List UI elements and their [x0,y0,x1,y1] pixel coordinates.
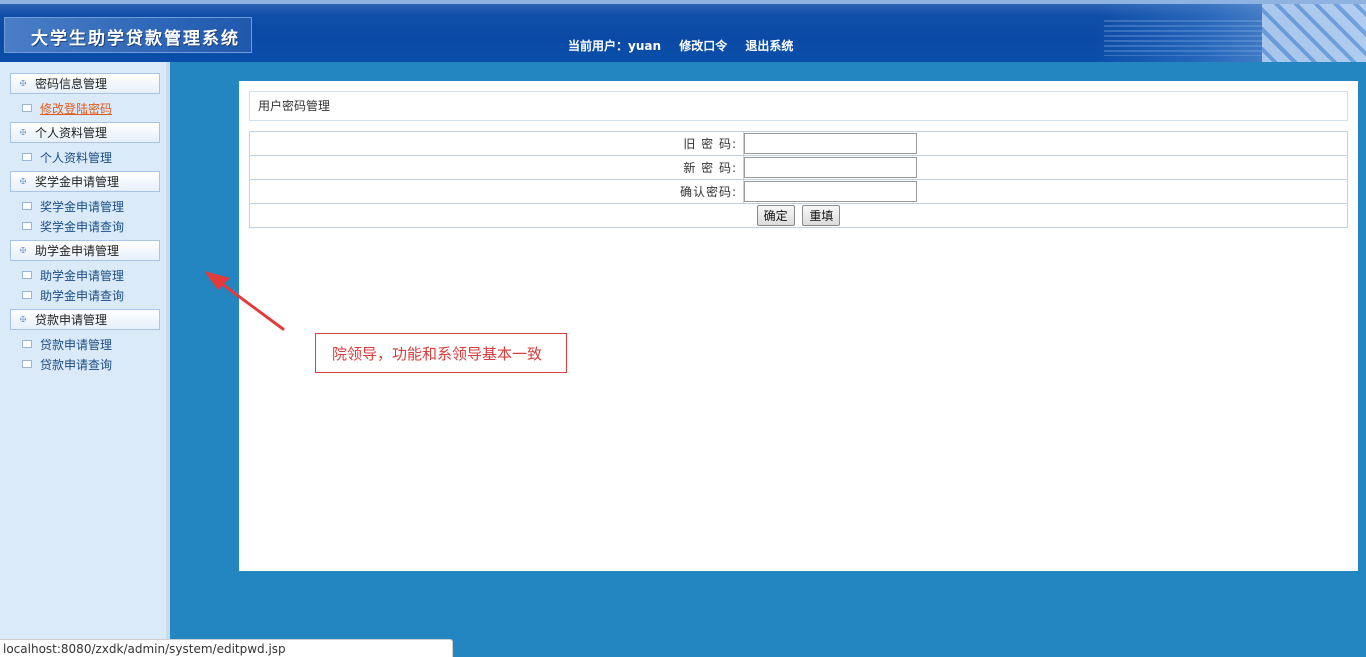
menu-item-profile-manage[interactable]: 个人资料管理 [10,147,160,167]
app-logo: 大学生助学贷款管理系统 [4,17,252,53]
reset-button[interactable]: 重填 [802,205,841,226]
app-title: 大学生助学贷款管理系统 [31,29,240,49]
form-buttons-cell: 确定 重填 [249,203,1348,228]
annotation-arrow-icon [204,271,285,331]
new-password-label: 新 密 码: [249,155,744,180]
new-password-cell [743,155,1348,180]
item-bullet-icon [22,222,32,230]
sidebar: ✠ 密码信息管理 修改登陆密码 ✠ 个人资料管理 个人资料管理 ✠ 奖学金申请管… [0,62,170,657]
menu-group-scholarship[interactable]: ✠ 奖学金申请管理 [10,171,160,192]
form-row-old-password: 旧 密 码: [249,131,1348,156]
menu-item-scholarship-manage[interactable]: 奖学金申请管理 [10,196,160,216]
menu-group-loan[interactable]: ✠ 贷款申请管理 [10,309,160,330]
current-user-name: yuan [628,39,662,53]
item-bullet-icon [22,153,32,161]
old-password-cell [743,131,1348,156]
annotation-box: 院领导，功能和系领导基本一致 [315,333,567,373]
change-password-link[interactable]: 修改口令 [679,39,727,53]
form-row-confirm-password: 确认密码: [249,179,1348,204]
old-password-input[interactable] [744,133,917,154]
menu-item-grant-manage[interactable]: 助学金申请管理 [10,265,160,285]
menu-items-password: 修改登陆密码 [10,98,160,118]
menu-group-label: 奖学金申请管理 [35,175,120,189]
browser-status-url: localhost:8080/zxdk/admin/system/editpwd… [0,639,453,657]
page-title: 用户密码管理 [249,91,1348,121]
header-bar: 大学生助学贷款管理系统 当前用户：yuan 修改口令 退出系统 [0,0,1366,62]
sidebar-menu: ✠ 密码信息管理 修改登陆密码 ✠ 个人资料管理 个人资料管理 ✠ 奖学金申请管… [10,73,160,378]
menu-item-loan-manage[interactable]: 贷款申请管理 [10,334,160,354]
menu-group-profile[interactable]: ✠ 个人资料管理 [10,122,160,143]
main-panel: 用户密码管理 旧 密 码: 新 密 码: 确认密码: 确定 重填 [239,81,1358,571]
menu-items-grant: 助学金申请管理 助学金申请查询 [10,265,160,305]
menu-group-grant[interactable]: ✠ 助学金申请管理 [10,240,160,261]
menu-item-label: 修改登陆密码 [40,101,113,116]
user-bar: 当前用户：yuan 修改口令 退出系统 [568,37,807,54]
menu-items-profile: 个人资料管理 [10,147,160,167]
menu-item-label: 奖学金申请查询 [40,219,125,234]
item-bullet-icon [22,340,32,348]
menu-item-label: 贷款申请管理 [40,337,113,352]
menu-items-scholarship: 奖学金申请管理 奖学金申请查询 [10,196,160,236]
expand-icon: ✠ [19,128,27,137]
old-password-label: 旧 密 码: [249,131,744,156]
item-bullet-icon [22,202,32,210]
form-row-new-password: 新 密 码: [249,155,1348,180]
menu-item-grant-query[interactable]: 助学金申请查询 [10,285,160,305]
menu-group-label: 密码信息管理 [35,77,108,91]
menu-item-label: 贷款申请查询 [40,357,113,372]
menu-item-label: 个人资料管理 [40,150,113,165]
menu-group-label: 助学金申请管理 [35,244,120,258]
expand-icon: ✠ [19,246,27,255]
menu-item-label: 助学金申请管理 [40,268,125,283]
menu-group-label: 个人资料管理 [35,126,108,140]
menu-group-label: 贷款申请管理 [35,313,108,327]
item-bullet-icon [22,291,32,299]
current-user-label: 当前用户： [568,39,629,53]
item-bullet-icon [22,104,32,112]
menu-items-loan: 贷款申请管理 贷款申请查询 [10,334,160,374]
new-password-input[interactable] [744,157,917,178]
form-row-buttons: 确定 重填 [249,203,1348,228]
menu-item-change-login-password[interactable]: 修改登陆密码 [10,98,160,118]
menu-group-password[interactable]: ✠ 密码信息管理 [10,73,160,94]
menu-item-loan-query[interactable]: 贷款申请查询 [10,354,160,374]
submit-button[interactable]: 确定 [756,205,795,226]
annotation-text: 院领导，功能和系领导基本一致 [332,345,543,363]
menu-item-scholarship-query[interactable]: 奖学金申请查询 [10,216,160,236]
menu-item-label: 助学金申请查询 [40,288,125,303]
item-bullet-icon [22,271,32,279]
item-bullet-icon [22,360,32,368]
expand-icon: ✠ [19,177,27,186]
logout-link[interactable]: 退出系统 [745,39,793,53]
confirm-password-cell [743,179,1348,204]
password-form: 旧 密 码: 新 密 码: 确认密码: 确定 重填 [249,131,1348,228]
menu-item-label: 奖学金申请管理 [40,199,125,214]
confirm-password-input[interactable] [744,181,917,202]
expand-icon: ✠ [19,315,27,324]
expand-icon: ✠ [19,79,27,88]
keyboard-decoration-image [1262,4,1366,62]
confirm-password-label: 确认密码: [249,179,744,204]
